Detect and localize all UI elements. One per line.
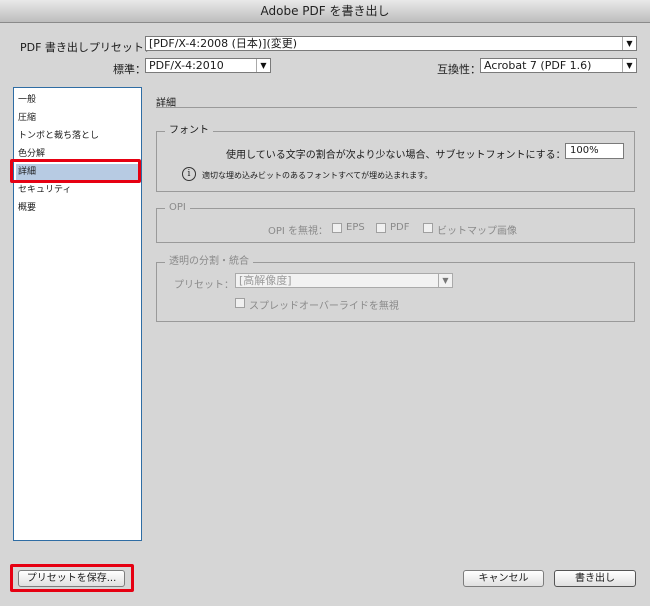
export-button[interactable]: 書き出し [554, 570, 636, 587]
sidebar-item-label: セキュリティ [18, 185, 72, 195]
ignore-spread-overrides-label: スプレッドオーバーライドを無視 [249, 301, 399, 312]
preset-label: PDF 書き出しプリセット： [20, 41, 155, 54]
subset-threshold-field[interactable]: 100% [565, 143, 624, 159]
chevron-down-icon: ▼ [438, 274, 452, 287]
flattener-preset-select[interactable]: [高解像度] ▼ [235, 273, 453, 288]
highlight-box-advanced [10, 159, 141, 183]
section-divider [156, 107, 637, 108]
flattener-preset-value: [高解像度] [239, 274, 292, 287]
flattener-preset-label: プリセット： [174, 280, 234, 291]
standard-label: 標準： [113, 63, 146, 76]
sidebar-item-summary[interactable]: 概要 [16, 200, 140, 216]
compat-select[interactable]: Acrobat 7 (PDF 1.6) ▼ [480, 58, 637, 73]
flattener-group: 透明の分割・統合 [156, 256, 635, 322]
chevron-down-icon: ▼ [622, 37, 636, 50]
flattener-group-legend: 透明の分割・統合 [165, 256, 253, 268]
standard-select[interactable]: PDF/X-4:2010 ▼ [145, 58, 271, 73]
category-list: 一般 圧縮 トンボと裁ち落とし 色分解 詳細 セキュリティ 概要 [13, 87, 142, 541]
info-icon: i [182, 167, 196, 181]
chevron-down-icon: ▼ [256, 59, 270, 72]
opi-bitmap-checkbox[interactable] [423, 223, 433, 233]
fonts-group: フォント [156, 125, 635, 192]
sidebar-item-label: 色分解 [18, 149, 46, 159]
standard-select-value: PDF/X-4:2010 [149, 59, 224, 72]
sidebar-item-label: 概要 [18, 203, 37, 213]
subset-threshold-value: 100% [570, 145, 599, 156]
opi-bitmap-label: ビットマップ画像 [437, 226, 517, 237]
ignore-spread-overrides-checkbox[interactable] [235, 298, 245, 308]
chevron-down-icon: ▼ [622, 59, 636, 72]
cancel-button[interactable]: キャンセル [463, 570, 544, 587]
sidebar-item-security[interactable]: セキュリティ [16, 182, 140, 198]
highlight-box-save-preset [10, 564, 134, 592]
compat-select-value: Acrobat 7 (PDF 1.6) [484, 59, 592, 72]
sidebar-item-general[interactable]: 一般 [16, 92, 140, 108]
export-label: 書き出し [575, 573, 615, 584]
window-titlebar: Adobe PDF を書き出し [0, 0, 650, 23]
sidebar-item-marks-bleeds[interactable]: トンボと裁ち落とし [16, 128, 140, 144]
sidebar-item-label: 圧縮 [18, 113, 37, 123]
opi-group-legend: OPI [165, 202, 190, 214]
opi-ignore-label: OPI を無視： [268, 226, 329, 237]
opi-eps-checkbox[interactable] [332, 223, 342, 233]
opi-eps-label: EPS [346, 222, 365, 233]
preset-select-value: [PDF/X-4:2008 (日本)](変更) [149, 37, 298, 50]
preset-select[interactable]: [PDF/X-4:2008 (日本)](変更) ▼ [145, 36, 637, 51]
cancel-label: キャンセル [478, 573, 529, 584]
subset-threshold-label: 使用している文字の割合が次より少ない場合、サブセットフォントにする： [226, 150, 566, 161]
sidebar-item-label: 一般 [18, 95, 37, 105]
window-title: Adobe PDF を書き出し [260, 4, 390, 18]
opi-pdf-label: PDF [390, 222, 410, 233]
sidebar-item-label: トンボと裁ち落とし [18, 131, 100, 141]
opi-pdf-checkbox[interactable] [376, 223, 386, 233]
compat-label: 互換性： [437, 63, 481, 76]
sidebar-item-compression[interactable]: 圧縮 [16, 110, 140, 126]
fonts-info-text: 適切な埋め込みビットのあるフォントすべてが埋め込まれます。 [202, 171, 433, 180]
fonts-group-legend: フォント [165, 125, 213, 137]
